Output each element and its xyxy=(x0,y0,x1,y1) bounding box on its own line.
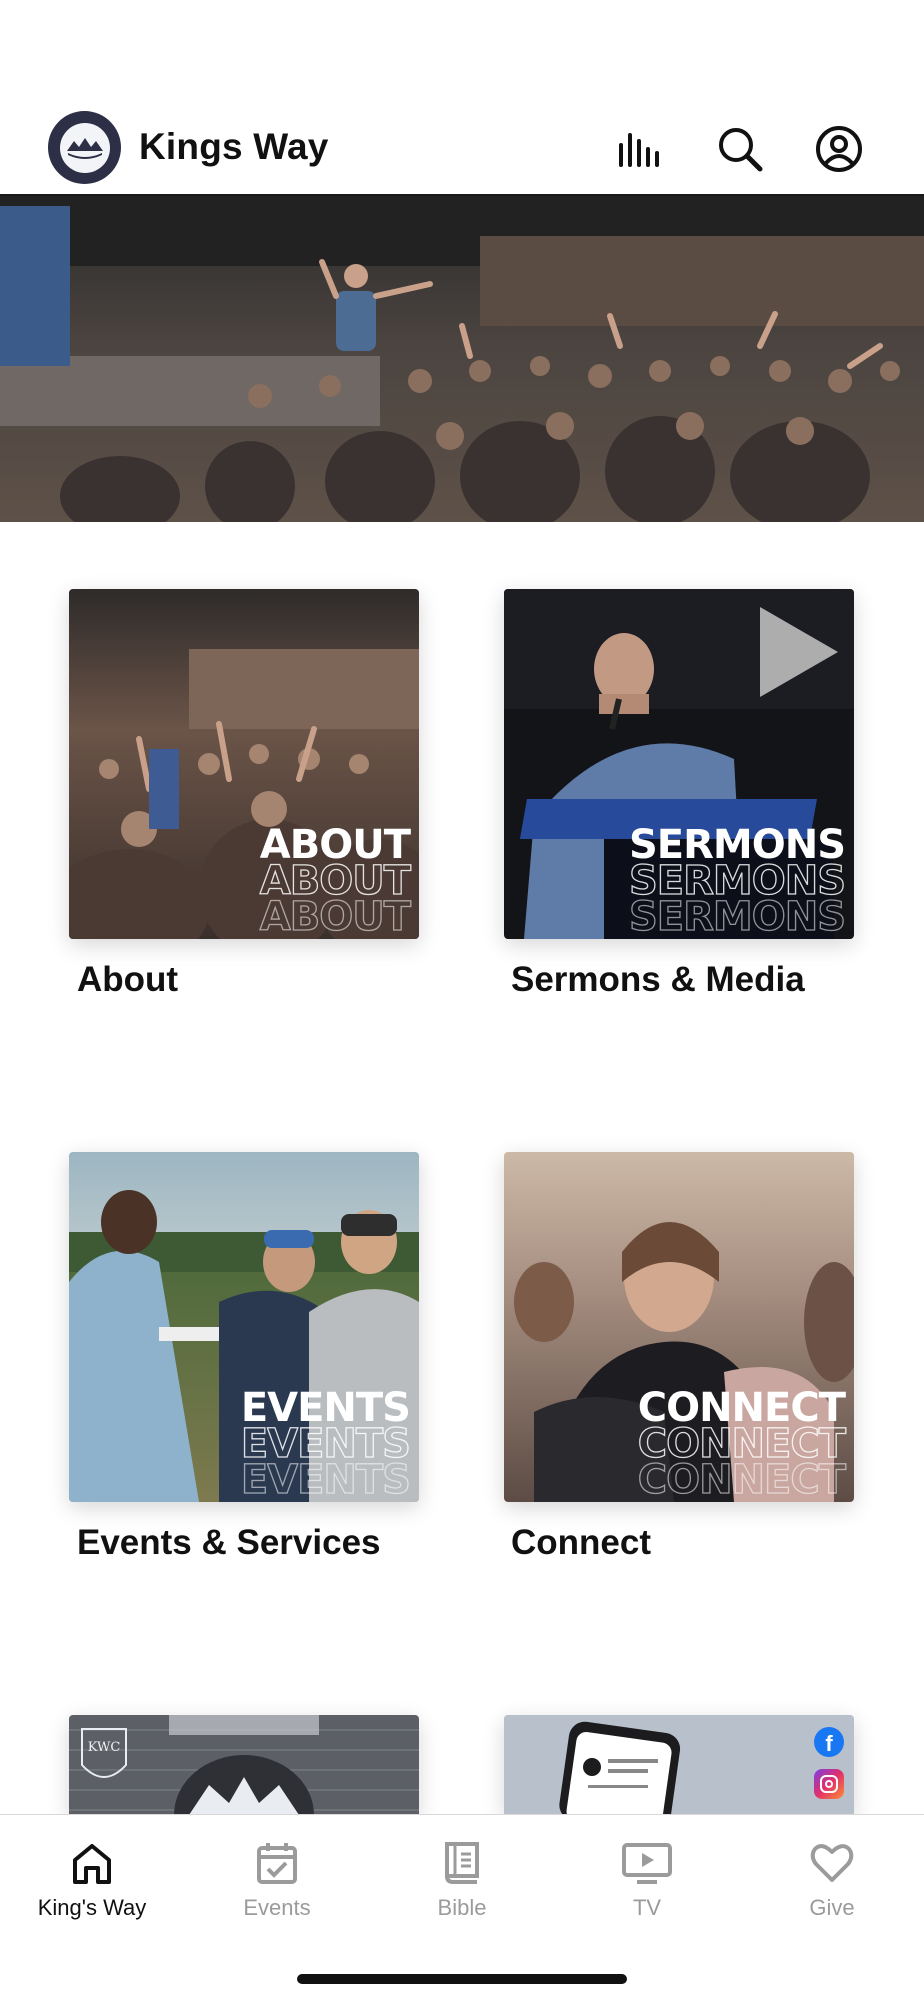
tab-events[interactable]: Events xyxy=(185,1815,369,1935)
events-tile[interactable]: EVENTS EVENTS EVENTS xyxy=(69,1152,419,1502)
hero-worship-image xyxy=(0,196,924,522)
app-title: Kings Way xyxy=(139,126,329,167)
connect-label[interactable]: Connect xyxy=(511,1523,651,1563)
profile-icon[interactable] xyxy=(811,121,867,177)
social-tile[interactable]: f xyxy=(504,1715,854,1815)
search-icon[interactable] xyxy=(712,121,768,177)
tv-icon xyxy=(621,1837,673,1889)
crown-icon xyxy=(59,122,110,173)
tab-label: King's Way xyxy=(37,1895,147,1920)
tab-kings-way[interactable]: King's Way xyxy=(0,1815,184,1935)
sermons-tile[interactable]: SERMONS SERMONS SERMONS xyxy=(504,589,854,939)
church-logo[interactable] xyxy=(48,111,121,184)
tab-label: Bible xyxy=(437,1895,487,1920)
tab-give[interactable]: Give xyxy=(740,1815,924,1935)
tab-label: Events xyxy=(243,1895,311,1920)
tab-label: Give xyxy=(809,1895,855,1920)
sermons-label[interactable]: Sermons & Media xyxy=(511,960,805,1000)
audio-icon[interactable] xyxy=(614,121,670,177)
instagram-icon[interactable] xyxy=(814,1769,844,1799)
heart-icon xyxy=(806,1837,858,1889)
kwc-badge-text: KWC xyxy=(87,1740,121,1755)
book-icon xyxy=(436,1837,488,1889)
play-icon[interactable] xyxy=(760,607,838,697)
connect-overlay-outline: CONNECT xyxy=(637,1457,847,1502)
about-overlay-outline: ABOUT xyxy=(259,894,412,939)
social-image xyxy=(504,1715,854,1815)
facebook-icon[interactable]: f xyxy=(814,1727,844,1757)
home-indicator xyxy=(297,1974,627,1984)
about-label[interactable]: About xyxy=(77,960,178,1000)
about-tile[interactable]: ABOUT ABOUT ABOUT xyxy=(69,589,419,939)
sermons-overlay-outline: SERMONS xyxy=(628,894,846,939)
kwc-image xyxy=(69,1715,419,1815)
app-header: Kings Way xyxy=(0,0,924,196)
kwc-tile[interactable]: KWC xyxy=(69,1715,419,1815)
events-overlay-outline: EVENTS xyxy=(240,1457,411,1502)
home-icon xyxy=(66,1837,118,1889)
events-label[interactable]: Events & Services xyxy=(77,1523,381,1563)
bottom-tab-bar: King's Way Events Bible TV Give xyxy=(0,1814,924,2000)
tab-tv[interactable]: TV xyxy=(555,1815,739,1935)
connect-tile[interactable]: CONNECT CONNECT CONNECT xyxy=(504,1152,854,1502)
calendar-icon xyxy=(251,1837,303,1889)
tab-bible[interactable]: Bible xyxy=(370,1815,554,1935)
tab-label: TV xyxy=(632,1895,662,1920)
